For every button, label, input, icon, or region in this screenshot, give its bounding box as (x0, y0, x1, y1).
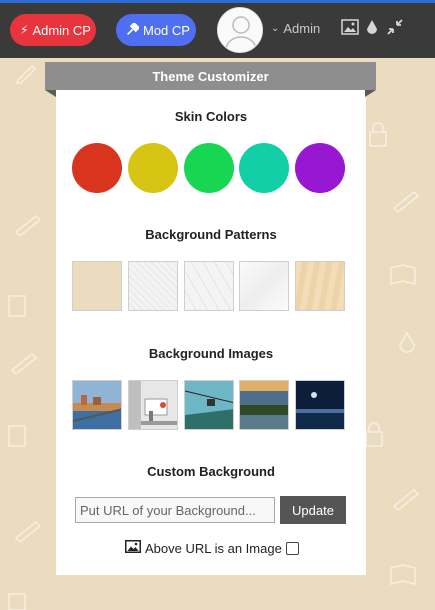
lock-doodle-icon (369, 122, 387, 147)
drop-doodle-icon (399, 331, 415, 353)
ribbon-fold-left (45, 90, 56, 97)
skin-color-purple[interactable] (295, 143, 345, 193)
bg-image-cable-car[interactable] (184, 380, 234, 430)
mod-cp-button[interactable]: Mod CP (116, 14, 196, 46)
pattern-tile-white[interactable] (239, 261, 289, 311)
pencil-doodle-icon (10, 352, 38, 374)
custom-background-heading: Custom Background (147, 464, 275, 479)
gavel-icon (126, 21, 141, 38)
book-doodle-icon (390, 564, 416, 585)
badge-doodle-icon (8, 425, 26, 447)
admin-cp-button[interactable]: ⚡︎ Admin CP (10, 14, 96, 46)
background-patterns-heading: Background Patterns (145, 227, 277, 242)
skin-color-green[interactable] (184, 143, 234, 193)
top-bar: ⚡︎ Admin CP Mod CP ⌄ Admin (0, 0, 435, 58)
user-menu[interactable]: ⌄ Admin (271, 21, 320, 36)
skin-color-teal[interactable] (239, 143, 289, 193)
compress-icon[interactable] (387, 19, 405, 37)
bg-image-night-city[interactable] (295, 380, 345, 430)
panel-title: Theme Customizer (45, 62, 376, 90)
mod-cp-label: Mod CP (143, 22, 190, 38)
url-is-image-checkbox[interactable] (285, 541, 299, 555)
avatar[interactable] (217, 7, 263, 53)
bg-image-city-bridge[interactable] (72, 380, 122, 430)
skin-colors-heading: Skin Colors (174, 109, 248, 124)
url-is-image-option[interactable]: Above URL is an Image (125, 539, 299, 557)
lightning-icon: ⚡︎ (20, 23, 29, 37)
url-is-image-label: Above URL is an Image (145, 540, 282, 556)
pencil-doodle-icon (14, 520, 42, 542)
pencil-doodle-icon (14, 214, 42, 236)
background-url-input[interactable] (75, 497, 275, 523)
bg-image-office-desk[interactable] (128, 380, 178, 430)
book-doodle-icon (390, 264, 416, 285)
pattern-tile-hexagon[interactable] (184, 261, 234, 311)
pencil-doodle-icon (392, 488, 420, 510)
skin-color-red[interactable] (72, 143, 122, 193)
pencil-doodle-icon (392, 190, 420, 212)
admin-cp-label: Admin CP (32, 22, 91, 38)
drop-icon[interactable] (365, 19, 383, 37)
ribbon-fold-right (365, 90, 376, 97)
skin-color-yellow[interactable] (128, 143, 178, 193)
badge-doodle-icon (8, 593, 26, 610)
update-button[interactable]: Update (280, 496, 346, 524)
chevron-down-icon: ⌄ (271, 23, 280, 34)
background-images-heading: Background Images (148, 346, 274, 361)
default-user-icon (218, 8, 262, 52)
pattern-tile-wood[interactable] (295, 261, 345, 311)
user-name: Admin (283, 21, 321, 36)
image-icon (125, 540, 141, 556)
bg-image-lake-sunset[interactable] (239, 380, 289, 430)
image-icon[interactable] (341, 19, 359, 37)
badge-doodle-icon (8, 295, 26, 317)
pencil-doodle-icon (15, 64, 37, 84)
pattern-tile-beige[interactable] (72, 261, 122, 311)
pattern-tile-diagonal[interactable] (128, 261, 178, 311)
